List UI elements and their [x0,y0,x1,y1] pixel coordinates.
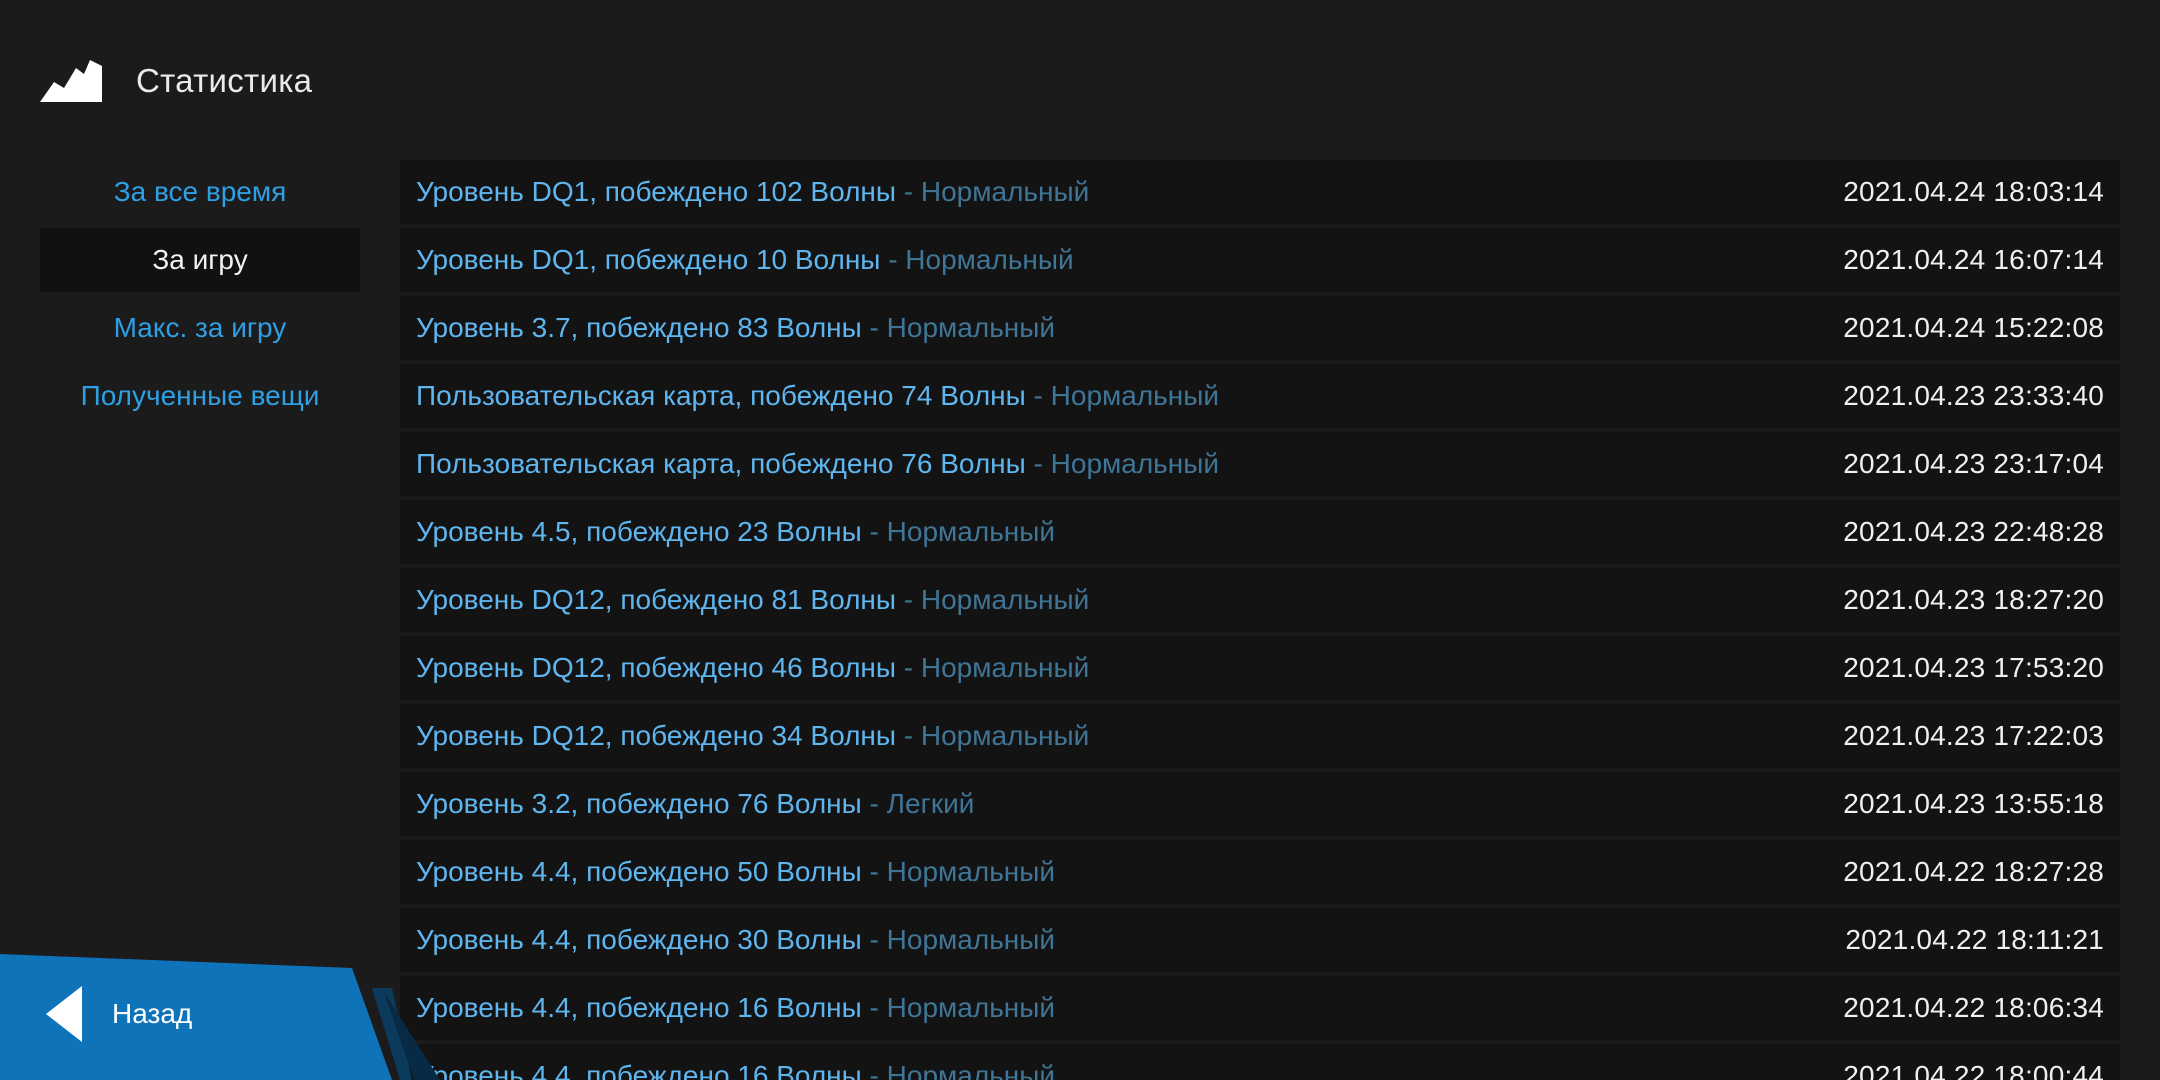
back-button-label: Назад [112,998,193,1029]
record-title: Уровень DQ1, побеждено 102 Волны - Норма… [416,176,1089,208]
sidebar-item-label: За игру [152,244,248,275]
records-list[interactable]: Уровень DQ1, побеждено 102 Волны - Норма… [400,160,2120,1080]
record-title: Уровень 4.4, побеждено 50 Волны - Нормал… [416,856,1055,888]
sidebar-item-received-items[interactable]: Полученные вещи [40,364,360,428]
record-text: Уровень DQ1, побеждено 102 Волны [416,176,896,207]
record-date: 2021.04.22 18:06:34 [1843,992,2104,1023]
list-item[interactable]: Уровень 3.7, побеждено 83 Волны - Нормал… [400,296,2120,360]
record-date: 2021.04.23 13:55:18 [1843,788,2104,819]
record-text: Уровень 3.2, побеждено 76 Волны [416,788,862,819]
record-text: Пользовательская карта, побеждено 74 Вол… [416,380,1026,411]
record-title: Пользовательская карта, побеждено 74 Вол… [416,380,1219,412]
back-content: Назад [46,948,192,1080]
record-date: 2021.04.24 16:07:14 [1843,244,2104,275]
record-date: 2021.04.22 18:00:44 [1843,1060,2104,1080]
record-text: Уровень 4.4, побеждено 30 Волны [416,924,862,955]
record-date: 2021.04.23 17:53:20 [1843,652,2104,683]
list-item[interactable]: Уровень 3.2, побеждено 76 Волны - Легкий… [400,772,2120,836]
list-item[interactable]: Уровень 4.4, побеждено 16 Волны - Нормал… [400,976,2120,1040]
list-item[interactable]: Уровень DQ12, побеждено 81 Волны - Норма… [400,568,2120,632]
mountain-stats-icon [40,60,102,102]
record-title: Уровень 4.4, побеждено 16 Волны - Нормал… [416,1060,1055,1080]
record-text: Пользовательская карта, побеждено 76 Вол… [416,448,1026,479]
list-item[interactable]: Уровень 4.4, побеждено 50 Волны - Нормал… [400,840,2120,904]
list-item[interactable]: Уровень DQ12, побеждено 34 Волны - Норма… [400,704,2120,768]
record-mode: - Нормальный [861,312,1056,343]
record-text: Уровень 4.4, побеждено 16 Волны [416,992,862,1023]
sidebar-item-all-time[interactable]: За все время [40,160,360,224]
record-date: 2021.04.23 23:33:40 [1843,380,2104,411]
record-mode: - Нормальный [861,516,1056,547]
record-title: Уровень DQ1, побеждено 10 Волны - Нормал… [416,244,1074,276]
sidebar-item-label: Полученные вещи [80,380,320,411]
list-item[interactable]: Уровень DQ12, побеждено 46 Волны - Норма… [400,636,2120,700]
record-mode: - Нормальный [880,244,1074,275]
record-title: Уровень 3.2, побеждено 76 Волны - Легкий [416,788,974,820]
record-mode: - Нормальный [1025,448,1219,479]
record-date: 2021.04.22 18:11:21 [1845,924,2104,955]
record-date: 2021.04.23 23:17:04 [1843,448,2104,479]
record-text: Уровень DQ12, побеждено 34 Волны [416,720,896,751]
record-title: Уровень DQ12, побеждено 46 Волны - Норма… [416,652,1089,684]
list-item[interactable]: Уровень DQ1, побеждено 102 Волны - Норма… [400,160,2120,224]
record-mode: - Нормальный [896,652,1090,683]
list-item[interactable]: Пользовательская карта, побеждено 76 Вол… [400,432,2120,496]
list-item[interactable]: Уровень DQ1, побеждено 10 Волны - Нормал… [400,228,2120,292]
record-date: 2021.04.24 18:03:14 [1843,176,2104,207]
record-title: Уровень 3.7, побеждено 83 Волны - Нормал… [416,312,1055,344]
page-title: Статистика [136,62,313,99]
arrow-left-icon [46,986,82,1042]
list-item[interactable]: Уровень 4.4, побеждено 16 Волны - Нормал… [400,1044,2120,1080]
list-item[interactable]: Уровень 4.5, побеждено 23 Волны - Нормал… [400,500,2120,564]
record-text: Уровень 4.4, побеждено 50 Волны [416,856,862,887]
record-mode: - Нормальный [896,720,1090,751]
record-text: Уровень DQ1, побеждено 10 Волны [416,244,881,275]
sidebar-item-label: За все время [113,176,287,207]
record-mode: - Нормальный [861,924,1056,955]
record-text: Уровень 4.5, побеждено 23 Волны [416,516,862,547]
sidebar-item-per-game[interactable]: За игру [40,228,360,292]
list-item[interactable]: Пользовательская карта, побеждено 74 Вол… [400,364,2120,428]
record-title: Пользовательская карта, побеждено 76 Вол… [416,448,1219,480]
sidebar-nav: За все время За игру Макс. за игру Получ… [40,160,360,432]
record-mode: - Нормальный [1025,380,1219,411]
list-item[interactable]: Уровень 4.4, побеждено 30 Волны - Нормал… [400,908,2120,972]
record-mode: - Нормальный [861,992,1056,1023]
record-mode: - Нормальный [861,1060,1056,1080]
record-text: Уровень 3.7, побеждено 83 Волны [416,312,862,343]
record-title: Уровень 4.5, побеждено 23 Волны - Нормал… [416,516,1055,548]
record-title: Уровень DQ12, побеждено 34 Волны - Норма… [416,720,1089,752]
record-title: Уровень 4.4, побеждено 30 Волны - Нормал… [416,924,1055,956]
record-title: Уровень DQ12, побеждено 81 Волны - Норма… [416,584,1089,616]
record-text: Уровень DQ12, побеждено 46 Волны [416,652,896,683]
record-mode: - Легкий [861,788,975,819]
sidebar-item-label: Макс. за игру [113,312,287,343]
record-date: 2021.04.22 18:27:28 [1843,856,2104,887]
record-text: Уровень 4.4, побеждено 16 Волны [416,1060,862,1080]
sidebar-item-max-per-game[interactable]: Макс. за игру [40,296,360,360]
record-mode: - Нормальный [896,584,1090,615]
stats-screen: Статистика За все время За игру Макс. за… [0,0,2160,1080]
record-text: Уровень DQ12, побеждено 81 Волны [416,584,896,615]
record-date: 2021.04.23 22:48:28 [1843,516,2104,547]
back-button[interactable]: Назад [0,948,460,1080]
record-mode: - Нормальный [861,856,1056,887]
record-mode: - Нормальный [896,176,1090,207]
record-title: Уровень 4.4, побеждено 16 Волны - Нормал… [416,992,1055,1024]
page-header: Статистика [40,56,312,106]
record-date: 2021.04.23 17:22:03 [1843,720,2104,751]
record-date: 2021.04.23 18:27:20 [1843,584,2104,615]
record-date: 2021.04.24 15:22:08 [1843,312,2104,343]
